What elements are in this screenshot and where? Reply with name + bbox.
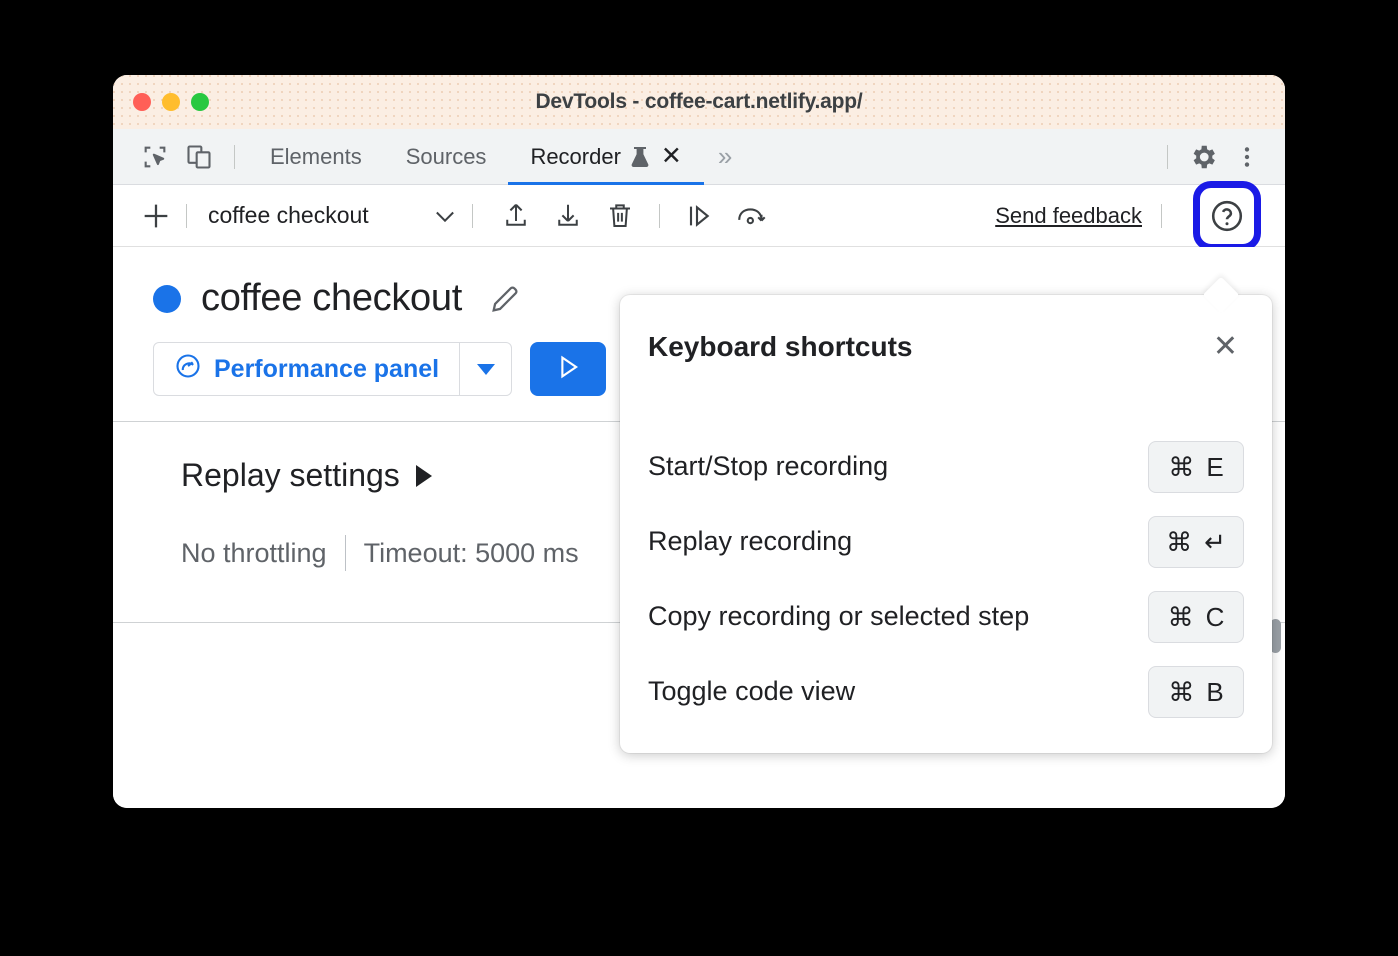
recorder-actions	[490, 194, 777, 238]
help-question-icon	[1209, 198, 1245, 234]
traffic-lights	[133, 93, 209, 111]
modifier-key: ⌘	[1168, 604, 1194, 630]
toolbar-divider-2	[472, 204, 473, 228]
experiment-flask-icon	[630, 145, 650, 169]
import-recording-icon[interactable]	[542, 194, 594, 238]
recording-title: coffee checkout	[201, 277, 462, 320]
shortcut-keys: ⌘ B	[1148, 666, 1244, 718]
toolbar-divider-1	[186, 204, 187, 228]
play-icon	[553, 352, 583, 387]
performance-panel-select-main[interactable]: Performance panel	[154, 343, 459, 395]
device-toolbar-icon[interactable]	[177, 135, 221, 179]
shortcut-label: Replay recording	[648, 526, 852, 557]
replay-slow-icon[interactable]	[725, 194, 777, 238]
keyboard-shortcuts-popup: Keyboard shortcuts ✕ Start/Stop recordin…	[620, 295, 1272, 753]
shortcut-label: Start/Stop recording	[648, 451, 888, 482]
list-item: Toggle code view ⌘ B	[648, 654, 1244, 729]
tab-recorder-close-icon[interactable]: ✕	[661, 144, 682, 169]
performance-panel-dropdown-arrow[interactable]	[459, 343, 511, 395]
help-button[interactable]	[1193, 185, 1261, 247]
pencil-icon[interactable]	[488, 282, 522, 316]
inspect-element-icon[interactable]	[133, 135, 177, 179]
maximize-window-button[interactable]	[191, 93, 209, 111]
modifier-key: ⌘	[1166, 529, 1192, 555]
step-over-icon[interactable]	[673, 194, 725, 238]
tabbar-right-actions	[1154, 135, 1285, 179]
shortcut-label: Toggle code view	[648, 676, 855, 707]
send-feedback-link[interactable]: Send feedback	[995, 203, 1148, 229]
recording-selector-label[interactable]: coffee checkout	[208, 202, 369, 229]
performance-panel-label: Performance panel	[214, 355, 439, 384]
toolbar-divider-3	[659, 204, 660, 228]
performance-panel-select[interactable]: Performance panel	[153, 342, 512, 396]
replay-settings-header[interactable]: Replay settings	[113, 457, 432, 494]
throttling-value: No throttling	[181, 538, 327, 569]
shortcut-keys: ⌘ C	[1148, 591, 1244, 643]
minimize-window-button[interactable]	[162, 93, 180, 111]
performance-gauge-icon	[174, 352, 202, 387]
window-title: DevTools - coffee-cart.netlify.app/	[113, 90, 1285, 114]
replay-button[interactable]	[530, 342, 606, 396]
toolbar-divider-4	[1161, 204, 1162, 228]
settings-gear-icon[interactable]	[1181, 135, 1225, 179]
shortcut-key: B	[1206, 679, 1223, 705]
popup-title: Keyboard shortcuts	[648, 331, 913, 363]
shortcut-list: Start/Stop recording ⌘ E Replay recordin…	[620, 363, 1272, 729]
summary-divider	[345, 535, 346, 571]
close-window-button[interactable]	[133, 93, 151, 111]
shortcut-keys: ⌘ E	[1148, 441, 1244, 493]
timeout-value: Timeout: 5000 ms	[364, 538, 579, 569]
add-recording-icon[interactable]	[139, 199, 173, 233]
recorder-toolbar: coffee checkout	[113, 185, 1285, 247]
triangle-right-icon[interactable]	[416, 465, 432, 487]
tab-sources-label: Sources	[406, 144, 487, 170]
shortcut-label: Copy recording or selected step	[648, 601, 1029, 632]
screen: DevTools - coffee-cart.netlify.app/ Elem…	[0, 0, 1398, 956]
tabbar-right-divider	[1167, 145, 1168, 169]
list-item: Start/Stop recording ⌘ E	[648, 429, 1244, 504]
tab-sources[interactable]: Sources	[384, 129, 509, 185]
window-titlebar: DevTools - coffee-cart.netlify.app/	[113, 75, 1285, 129]
caret-down-icon	[477, 364, 495, 375]
list-item: Replay recording ⌘ ↵	[648, 504, 1244, 579]
popup-header: Keyboard shortcuts ✕	[620, 295, 1272, 363]
modifier-key: ⌘	[1168, 454, 1194, 480]
close-icon[interactable]: ✕	[1213, 332, 1238, 362]
tab-recorder-label: Recorder	[530, 144, 620, 170]
tab-elements-label: Elements	[270, 144, 362, 170]
delete-recording-icon[interactable]	[594, 194, 646, 238]
tabbar-divider	[234, 145, 235, 169]
modifier-key: ⌘	[1168, 679, 1194, 705]
chevron-down-icon[interactable]	[431, 202, 459, 230]
shortcut-key: C	[1206, 604, 1225, 630]
more-options-icon[interactable]	[1225, 135, 1269, 179]
replay-settings-summary: No throttling Timeout: 5000 ms	[113, 535, 579, 571]
list-item: Copy recording or selected step ⌘ C	[648, 579, 1244, 654]
shortcut-key: E	[1206, 454, 1223, 480]
shortcut-key: ↵	[1204, 529, 1226, 555]
replay-settings-title: Replay settings	[181, 457, 400, 494]
devtools-tabbar: Elements Sources Recorder ✕ »	[113, 129, 1285, 185]
recording-status-dot	[153, 285, 181, 313]
tab-elements[interactable]: Elements	[248, 129, 384, 185]
export-recording-icon[interactable]	[490, 194, 542, 238]
more-tabs-icon[interactable]: »	[704, 141, 743, 172]
tab-recorder[interactable]: Recorder ✕	[508, 129, 703, 185]
shortcut-keys: ⌘ ↵	[1148, 516, 1244, 568]
